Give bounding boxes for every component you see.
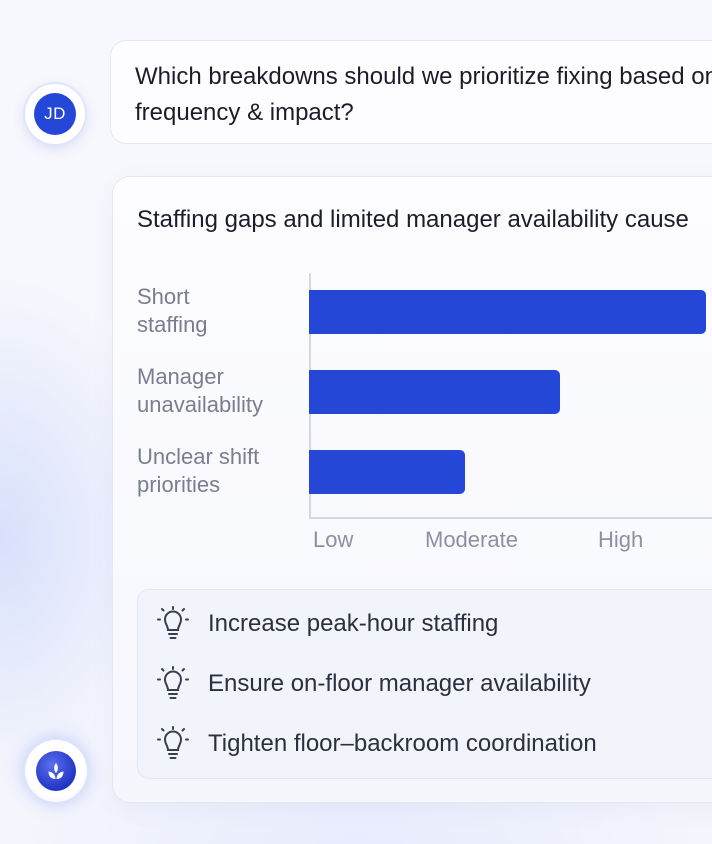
category-label: Manager unavailability bbox=[137, 363, 307, 419]
recommendations-list: Increase peak-hour staffing Ensure on-fl… bbox=[137, 589, 712, 779]
lightbulb-icon bbox=[157, 606, 189, 639]
leaf-icon bbox=[48, 763, 64, 779]
user-avatar: JD bbox=[25, 84, 85, 144]
bar-manager-unavailability bbox=[309, 370, 560, 414]
answer-intro: Staffing gaps and limited manager availa… bbox=[137, 206, 689, 233]
x-tick-moderate: Moderate bbox=[425, 527, 518, 552]
category-label-line: Manager bbox=[137, 364, 224, 389]
category-label-line: Short bbox=[137, 284, 190, 309]
lightbulb-icon bbox=[157, 666, 189, 699]
chat-canvas: JD Which breakdowns should we prioritize… bbox=[0, 0, 712, 844]
recommendation-text: Ensure on-floor manager availability bbox=[208, 670, 591, 697]
x-tick-high: High bbox=[598, 527, 644, 552]
category-label: Short staffing bbox=[137, 283, 307, 339]
category-label-line: staffing bbox=[137, 312, 208, 337]
question-line-2: frequency & impact? bbox=[135, 99, 354, 126]
assistant-avatar bbox=[25, 740, 87, 802]
bar-unclear-shift-priorities bbox=[309, 450, 465, 494]
bar-short-staffing bbox=[309, 290, 706, 334]
category-label: Unclear shift priorities bbox=[137, 443, 307, 499]
recommendation-text: Tighten floor–backroom coordination bbox=[208, 730, 597, 757]
x-axis-line bbox=[309, 517, 712, 519]
user-initials: JD bbox=[34, 93, 76, 135]
recommendation-item: Increase peak-hour staffing bbox=[156, 606, 498, 642]
question-line-1: Which breakdowns should we prioritize fi… bbox=[135, 63, 712, 90]
category-label-line: priorities bbox=[137, 472, 221, 497]
user-question-bubble: Which breakdowns should we prioritize fi… bbox=[110, 40, 712, 144]
recommendation-item: Ensure on-floor manager availability bbox=[156, 666, 591, 702]
category-label-line: unavailability bbox=[137, 392, 263, 417]
recommendation-item: Tighten floor–backroom coordination bbox=[156, 726, 597, 762]
lightbulb-icon bbox=[157, 726, 189, 759]
recommendation-text: Increase peak-hour staffing bbox=[208, 610, 499, 637]
x-tick-low: Low bbox=[313, 527, 354, 552]
category-label-line: Unclear shift bbox=[137, 444, 260, 469]
assistant-answer-card: Staffing gaps and limited manager availa… bbox=[112, 176, 712, 803]
